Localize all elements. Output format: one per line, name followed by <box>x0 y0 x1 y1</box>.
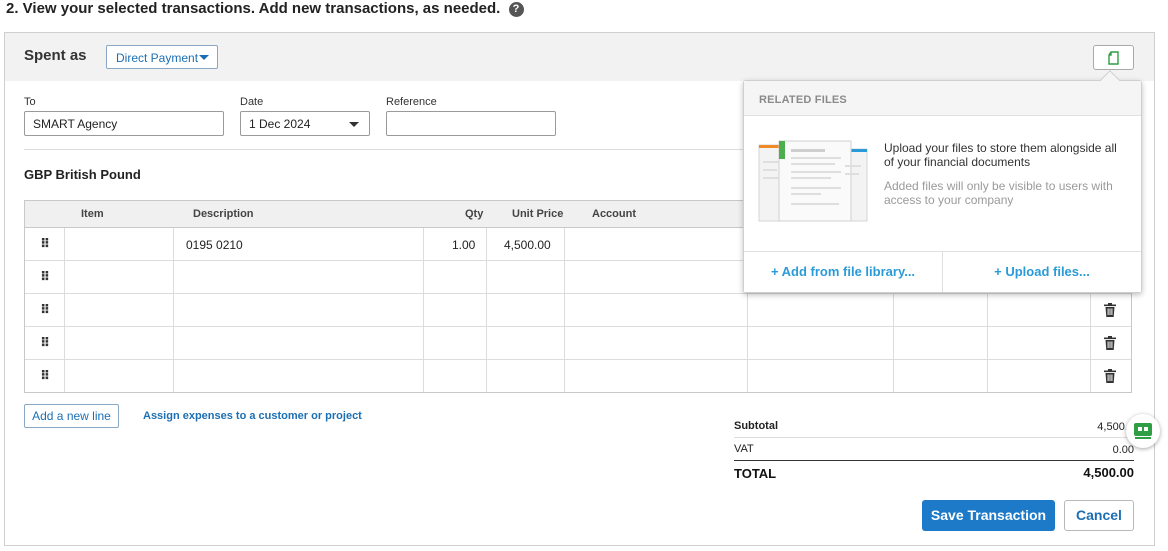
total-divider <box>734 460 1134 461</box>
column-divider <box>173 228 174 392</box>
related-files-message: Upload your files to store them alongsid… <box>884 141 1117 169</box>
row-1-qty[interactable]: 1.00 <box>452 238 475 252</box>
row-divider <box>25 293 1131 294</box>
date-value: 1 Dec 2024 <box>249 117 311 131</box>
delete-row-icon[interactable] <box>1104 369 1116 383</box>
cancel-button[interactable]: Cancel <box>1064 500 1134 531</box>
save-transaction-button[interactable]: Save Transaction <box>922 500 1055 531</box>
drag-handle-icon[interactable]: ⠿ <box>40 302 50 318</box>
column-divider <box>486 228 487 392</box>
column-divider <box>564 228 565 392</box>
column-header-qty: Qty <box>465 208 484 220</box>
spent-as-value: Direct Payment <box>116 51 199 65</box>
spent-as-dropdown[interactable]: Direct Payment <box>106 45 218 69</box>
column-divider <box>893 293 894 392</box>
column-divider <box>1090 293 1091 392</box>
reference-label: Reference <box>386 96 437 108</box>
date-field[interactable]: 1 Dec 2024 <box>240 111 370 136</box>
vat-label: VAT <box>734 443 754 455</box>
chat-widget-button[interactable] <box>1126 414 1160 448</box>
help-icon[interactable]: ? <box>508 2 524 17</box>
subtotal-label: Subtotal <box>734 420 778 432</box>
vat-value: 0.00 <box>1112 444 1134 456</box>
related-files-title: RELATED FILES <box>759 94 847 106</box>
column-header-unit-price: Unit Price <box>512 208 564 220</box>
column-header-account: Account <box>592 208 636 220</box>
drag-handle-icon[interactable]: ⠿ <box>40 335 50 351</box>
column-divider <box>987 293 988 392</box>
chevron-down-icon <box>199 55 209 60</box>
file-icon <box>1108 51 1119 65</box>
upload-files-link[interactable]: + Upload files... <box>943 264 1141 279</box>
subtotal-value: 4,500.0 <box>1097 421 1134 433</box>
to-label: To <box>24 96 36 108</box>
drag-handle-icon[interactable]: ⠿ <box>40 269 50 285</box>
column-divider <box>423 228 424 392</box>
chevron-down-icon <box>349 122 359 127</box>
related-files-button[interactable] <box>1093 45 1134 70</box>
add-new-line-button[interactable]: Add a new line <box>24 404 119 428</box>
date-label: Date <box>240 96 264 108</box>
add-from-file-library-link[interactable]: + Add from file library... <box>744 264 942 279</box>
documents-illustration-icon <box>757 137 869 226</box>
row-divider <box>25 359 1131 360</box>
column-header-item: Item <box>81 208 104 220</box>
to-field[interactable]: SMART Agency <box>24 111 224 136</box>
reference-field[interactable] <box>386 111 556 136</box>
column-divider <box>747 293 748 392</box>
robot-icon <box>1134 423 1152 439</box>
row-divider <box>25 326 1131 327</box>
row-1-unit-price[interactable]: 4,500.00 <box>504 238 551 252</box>
totals-divider <box>734 437 1134 438</box>
row-1-description[interactable]: 0195 0210 <box>186 238 243 252</box>
column-divider <box>64 228 65 392</box>
page-heading-text: 2. View your selected transactions. Add … <box>6 0 501 17</box>
delete-row-icon[interactable] <box>1104 303 1116 317</box>
drag-handle-icon[interactable]: ⠿ <box>40 368 50 384</box>
page-heading: 2. View your selected transactions. Add … <box>6 0 524 17</box>
delete-row-icon[interactable] <box>1104 336 1116 350</box>
total-value: 4,500.00 <box>1083 465 1134 480</box>
assign-expenses-link[interactable]: Assign expenses to a customer or project <box>143 410 362 422</box>
column-header-description: Description <box>193 208 254 220</box>
currency-label: GBP British Pound <box>24 167 141 182</box>
drag-handle-icon[interactable]: ⠿ <box>40 236 50 252</box>
total-label: TOTAL <box>734 466 777 481</box>
spent-as-label: Spent as <box>24 47 87 64</box>
related-files-note: Added files will only be visible to user… <box>884 179 1113 207</box>
to-value: SMART Agency <box>33 117 118 131</box>
